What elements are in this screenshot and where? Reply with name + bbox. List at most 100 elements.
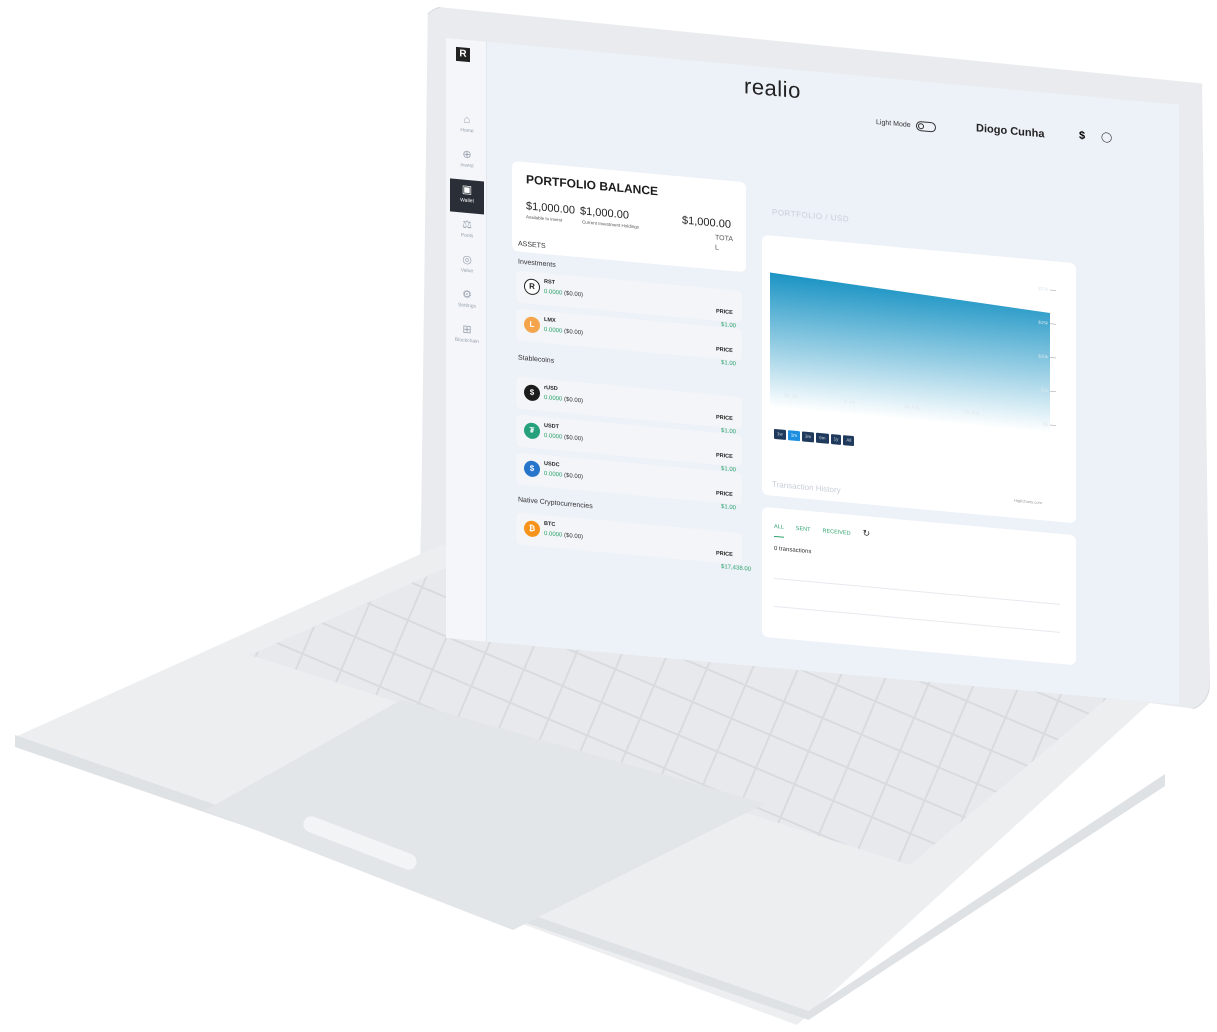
sidebar-item-label: Wallet <box>460 197 474 205</box>
divider <box>774 577 1060 605</box>
user-icon[interactable]: ◯ <box>1101 132 1112 144</box>
asset-usd-value: ($0.00) <box>564 472 584 481</box>
range-button-all[interactable]: All <box>843 435 855 447</box>
y-tick-label: $0 <box>1043 421 1048 426</box>
asset-usd-value: ($0.00) <box>564 328 584 337</box>
sidebar-item-label: Settings <box>457 302 477 310</box>
sidebar-item-wallet[interactable]: ▣ Wallet <box>450 178 484 215</box>
asset-symbol: RST <box>544 278 555 286</box>
tab-received[interactable]: RECEIVED <box>822 528 850 537</box>
asset-symbol: BTC <box>544 520 556 528</box>
light-mode-label: Light Mode <box>876 118 911 130</box>
sidebar-item-pools[interactable]: ⚖ Pools <box>450 213 484 249</box>
realio-logo-icon[interactable]: R <box>456 46 470 63</box>
sidebar-item-label: Home <box>460 127 474 135</box>
asset-symbol: LMX <box>544 316 556 324</box>
price-value: $1.00 <box>721 504 737 512</box>
price-label: PRICE <box>716 550 733 559</box>
tab-sent[interactable]: SENT <box>796 526 811 533</box>
currency-button[interactable]: $ <box>1079 130 1085 143</box>
portfolio-title: PORTFOLIO BALANCE <box>526 172 658 199</box>
sidebar-item-label: Value <box>460 267 474 275</box>
sidebar-item-label: Invest <box>460 162 474 170</box>
chart-title: PORTFOLIO / USD <box>772 207 850 224</box>
asset-symbol: USDT <box>544 422 559 431</box>
price-label: PRICE <box>716 490 733 499</box>
y-tick-mark <box>1050 357 1056 359</box>
sidebar-item-invest[interactable]: ⊕ Invest <box>450 143 484 179</box>
lmx-coin-icon: L <box>524 316 540 334</box>
asset-balance: 0.0000 ($0.00) <box>544 530 584 541</box>
home-icon: ⌂ <box>463 113 471 127</box>
sidebar: R ⌂ Home ⊕ Invest ▣ Wallet ⚖ Pools ◎ Value ⚙ Settin… <box>446 38 487 642</box>
total-value: $1,000.00 <box>682 214 731 231</box>
asset-usd-value: ($0.00) <box>564 396 584 405</box>
invest-icon: ⊕ <box>462 148 472 162</box>
total-label: TOTA L <box>715 234 734 252</box>
price-label: PRICE <box>716 414 733 423</box>
available-label: Available to invest <box>526 214 563 223</box>
asset-balance: 0.0000 ($0.00) <box>544 394 584 405</box>
sidebar-item-settings[interactable]: ⚙ Settings <box>450 283 484 319</box>
price-label: PRICE <box>716 346 733 355</box>
sidebar-item-value[interactable]: ◎ Value <box>450 248 484 284</box>
range-button-1m[interactable]: 1m <box>787 430 801 442</box>
laptop-screen: R ⌂ Home ⊕ Invest ▣ Wallet ⚖ Pools ◎ Value ⚙ Settin… <box>446 38 1179 705</box>
sidebar-nav: ⌂ Home ⊕ Invest ▣ Wallet ⚖ Pools ◎ Value ⚙ Settings… <box>450 108 484 356</box>
toggle-switch-icon[interactable] <box>915 120 936 133</box>
asset-balance: 0.0000 ($0.00) <box>544 470 584 481</box>
asset-symbol: rUSD <box>544 384 558 393</box>
x-tick-label: 9. Jul <box>844 398 855 404</box>
y-tick-label: $5k <box>1041 387 1049 393</box>
refresh-icon[interactable]: ↻ <box>863 528 871 539</box>
portfolio-chart-card: $20k $15k $10k $5k $0 26. Jul 9. Jul 16. Aug 30… <box>762 234 1076 524</box>
y-tick-label: $15k <box>1038 320 1048 326</box>
y-tick-mark <box>1050 390 1056 393</box>
rst-coin-icon: R <box>524 278 540 296</box>
group-native-crypto: Native Cryptocurrencies <box>518 496 593 511</box>
asset-usd-value: ($0.00) <box>564 434 584 443</box>
asset-row-btc[interactable]: ₿ BTC 0.0000 ($0.00) PRICE $17,438.00 <box>516 512 751 573</box>
sidebar-item-home[interactable]: ⌂ Home <box>450 108 484 144</box>
y-tick-mark <box>1050 289 1056 291</box>
price-value: $1.00 <box>721 360 737 368</box>
y-tick-label: $20k <box>1038 286 1048 292</box>
asset-usd-value: ($0.00) <box>564 532 584 541</box>
asset-balance: 0.0000 ($0.00) <box>544 432 584 443</box>
chart-credits[interactable]: Highcharts.com <box>1014 498 1042 506</box>
asset-balance: 0.0000 ($0.00) <box>544 326 584 337</box>
btc-coin-icon: ₿ <box>524 520 540 538</box>
tab-all[interactable]: ALL <box>774 523 784 538</box>
transactions-empty-text: 0 transactions <box>774 545 812 556</box>
pools-icon: ⚖ <box>462 218 472 232</box>
range-button-1w[interactable]: 1w <box>774 428 786 440</box>
sidebar-item-blockchain[interactable]: ⊞ Blockchain <box>450 318 484 354</box>
asset-symbol: USDC <box>544 460 560 469</box>
group-investments: Investments <box>518 258 556 269</box>
x-tick-label: 26. Jul <box>784 393 797 399</box>
range-button-1y[interactable]: 1y <box>830 433 842 445</box>
range-button-3m[interactable]: 3m <box>802 431 815 443</box>
group-stablecoins: Stablecoins <box>518 354 555 365</box>
transaction-history-card: ALL SENT RECEIVED ↻ 0 transactions <box>762 506 1076 666</box>
y-tick-mark <box>1050 323 1056 325</box>
brand-logo: realio <box>744 73 801 104</box>
usdt-coin-icon: ₮ <box>524 422 540 440</box>
y-tick-mark <box>1050 424 1056 426</box>
price-value: $17,438.00 <box>721 564 752 573</box>
usdc-coin-icon: $ <box>524 460 540 478</box>
y-tick-label: $10k <box>1038 353 1048 359</box>
settings-icon: ⚙ <box>462 288 472 302</box>
price-label: PRICE <box>716 308 733 317</box>
value-icon: ◎ <box>462 253 472 267</box>
wallet-icon: ▣ <box>461 183 473 197</box>
range-button-6m[interactable]: 6m <box>816 432 829 444</box>
portfolio-balance-card: PORTFOLIO BALANCE $1,000.00 Available to… <box>512 161 746 273</box>
portfolio-chart: $20k$15k$10k$5k$0 26. Jul9. Jul16. Aug30… <box>770 272 1056 433</box>
sidebar-item-label: Blockchain <box>454 336 480 346</box>
asset-balance: 0.0000 ($0.00) <box>544 288 584 299</box>
sidebar-item-label: Pools <box>460 232 474 240</box>
transaction-tabs: ALL SENT RECEIVED ↻ <box>774 520 870 546</box>
asset-usd-value: ($0.00) <box>564 290 584 299</box>
price-label: PRICE <box>716 452 733 461</box>
